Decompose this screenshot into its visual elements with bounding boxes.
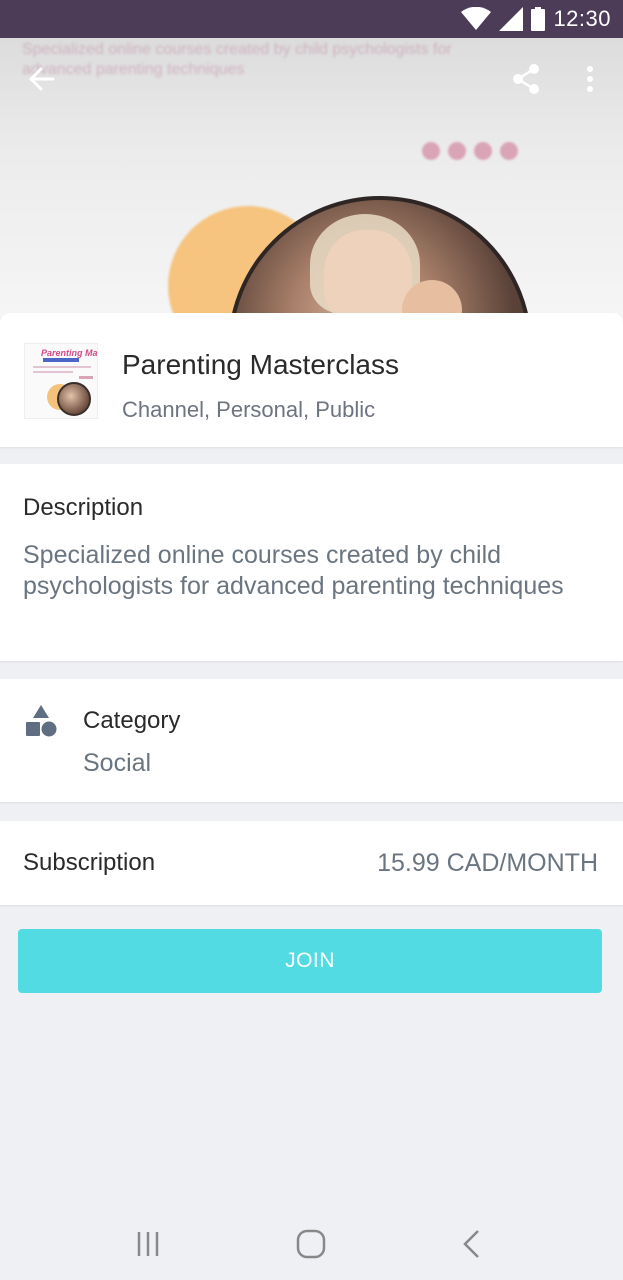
join-button[interactable]: JOIN xyxy=(18,929,602,993)
subscription-label: Subscription xyxy=(23,849,156,876)
description-card: Description Specialized online courses c… xyxy=(0,464,623,661)
system-back-button[interactable] xyxy=(441,1222,501,1266)
home-icon xyxy=(296,1229,326,1259)
status-bar: 12:30 xyxy=(0,0,623,38)
chevron-left-icon xyxy=(463,1230,479,1258)
category-label: Category xyxy=(83,707,181,734)
shapes-icon xyxy=(26,705,57,737)
subscription-card: Subscription 15.99 CAD/MONTH xyxy=(0,821,623,905)
more-options-button[interactable] xyxy=(566,55,614,103)
share-button[interactable] xyxy=(502,55,550,103)
description-text: Specialized online courses created by ch… xyxy=(23,541,564,600)
channel-thumbnail: Parenting Masterclass xyxy=(24,343,98,419)
system-nav-bar xyxy=(0,1208,623,1280)
category-card: Category Social xyxy=(0,679,623,802)
wifi-icon xyxy=(461,7,492,30)
description-label: Description xyxy=(23,494,144,521)
status-icons xyxy=(461,7,546,31)
recents-button[interactable] xyxy=(118,1222,178,1266)
category-value: Social xyxy=(83,749,152,777)
hero-decoration-dots xyxy=(422,142,518,160)
home-button[interactable] xyxy=(281,1222,341,1266)
status-time: 12:30 xyxy=(553,6,611,31)
recents-icon xyxy=(137,1232,159,1256)
cell-signal-icon xyxy=(499,7,524,31)
share-icon xyxy=(513,64,539,94)
channel-title: Parenting Masterclass xyxy=(122,349,400,380)
channel-subtitle: Channel, Personal, Public xyxy=(122,397,376,422)
battery-icon xyxy=(531,7,546,31)
arrow-left-icon xyxy=(29,67,55,91)
more-vertical-icon xyxy=(587,66,593,92)
thumbnail-text: Parenting Masterclass xyxy=(41,348,97,358)
channel-header-card: Parenting Masterclass Parenting Mastercl… xyxy=(0,313,623,447)
back-button[interactable] xyxy=(18,55,66,103)
subscription-price: 15.99 CAD/MONTH xyxy=(377,849,598,877)
hero-overlay-text: Specialized online courses created by ch… xyxy=(22,41,452,78)
